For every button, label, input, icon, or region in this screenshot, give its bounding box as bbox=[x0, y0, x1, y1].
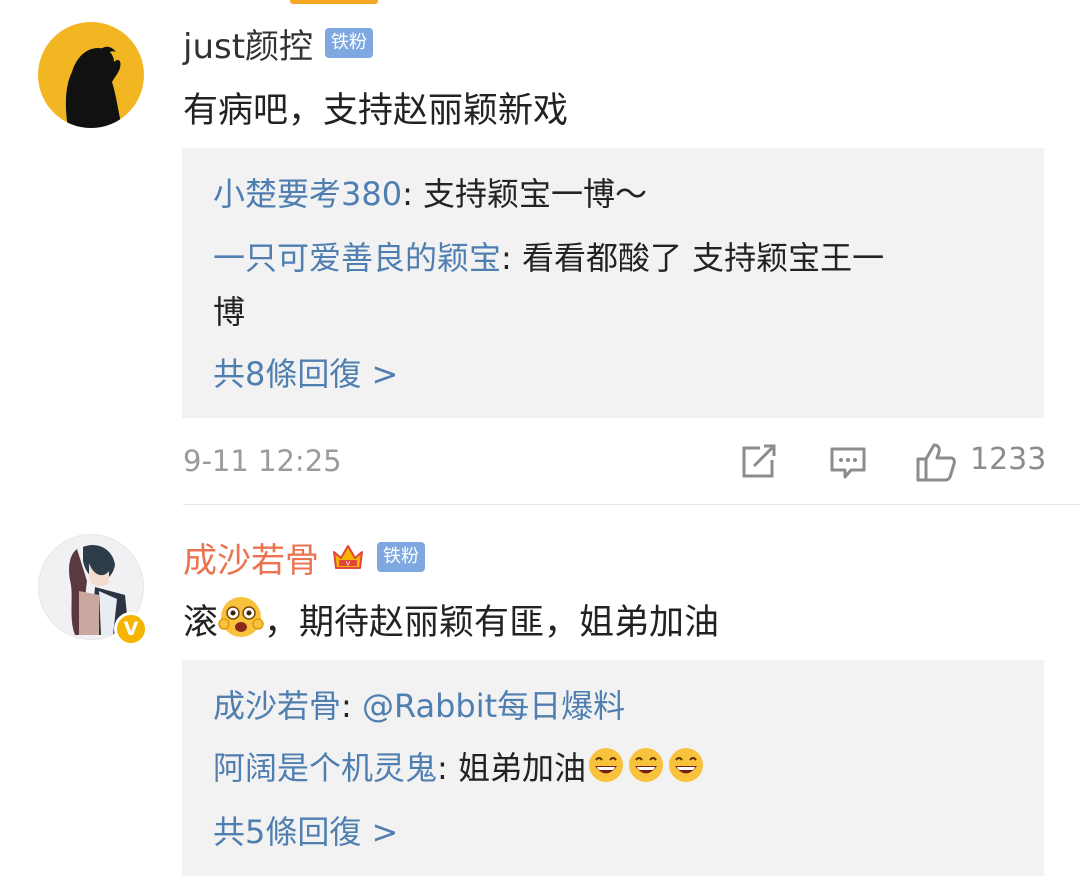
laugh-emoji bbox=[666, 745, 706, 802]
comment-item: V 成沙若骨 V 铁粉 滚 ，期待赵丽颖有匪，姐弟加油 成沙若骨: @Rabbit… bbox=[0, 0, 1080, 894]
reply-colon: : bbox=[341, 687, 362, 725]
crown-icon: V bbox=[333, 545, 363, 569]
laugh-emoji bbox=[586, 745, 626, 802]
reply-user[interactable]: 成沙若骨 bbox=[213, 687, 341, 725]
reply-box[interactable]: 成沙若骨: @Rabbit每日爆料 阿阔是个机灵鬼: 姐弟加油 共5條回復 > bbox=[182, 660, 1044, 876]
reply-item[interactable]: 阿阔是个机灵鬼: 姐弟加油 bbox=[213, 740, 706, 802]
comment-text-start: 滚 bbox=[183, 603, 219, 643]
grin-emoji bbox=[218, 594, 264, 649]
reply-colon: : bbox=[437, 749, 458, 787]
reply-item[interactable]: 成沙若骨: @Rabbit每日爆料 bbox=[213, 678, 625, 734]
username[interactable]: 成沙若骨 bbox=[183, 533, 319, 582]
reply-text: 姐弟加油 bbox=[457, 749, 586, 787]
more-replies-link[interactable]: 共5條回復 > bbox=[213, 804, 398, 860]
fan-badge: 铁粉 bbox=[377, 542, 425, 572]
verified-badge: V bbox=[114, 612, 148, 646]
comment-text-rest: ，期待赵丽颖有匪，姐弟加油 bbox=[264, 603, 720, 643]
reply-user[interactable]: 阿阔是个机灵鬼 bbox=[213, 749, 437, 787]
reply-text[interactable]: @Rabbit每日爆料 bbox=[362, 687, 625, 725]
laugh-emoji bbox=[626, 745, 666, 802]
comment-text: 滚 ，期待赵丽颖有匪，姐弟加油 bbox=[183, 594, 719, 649]
